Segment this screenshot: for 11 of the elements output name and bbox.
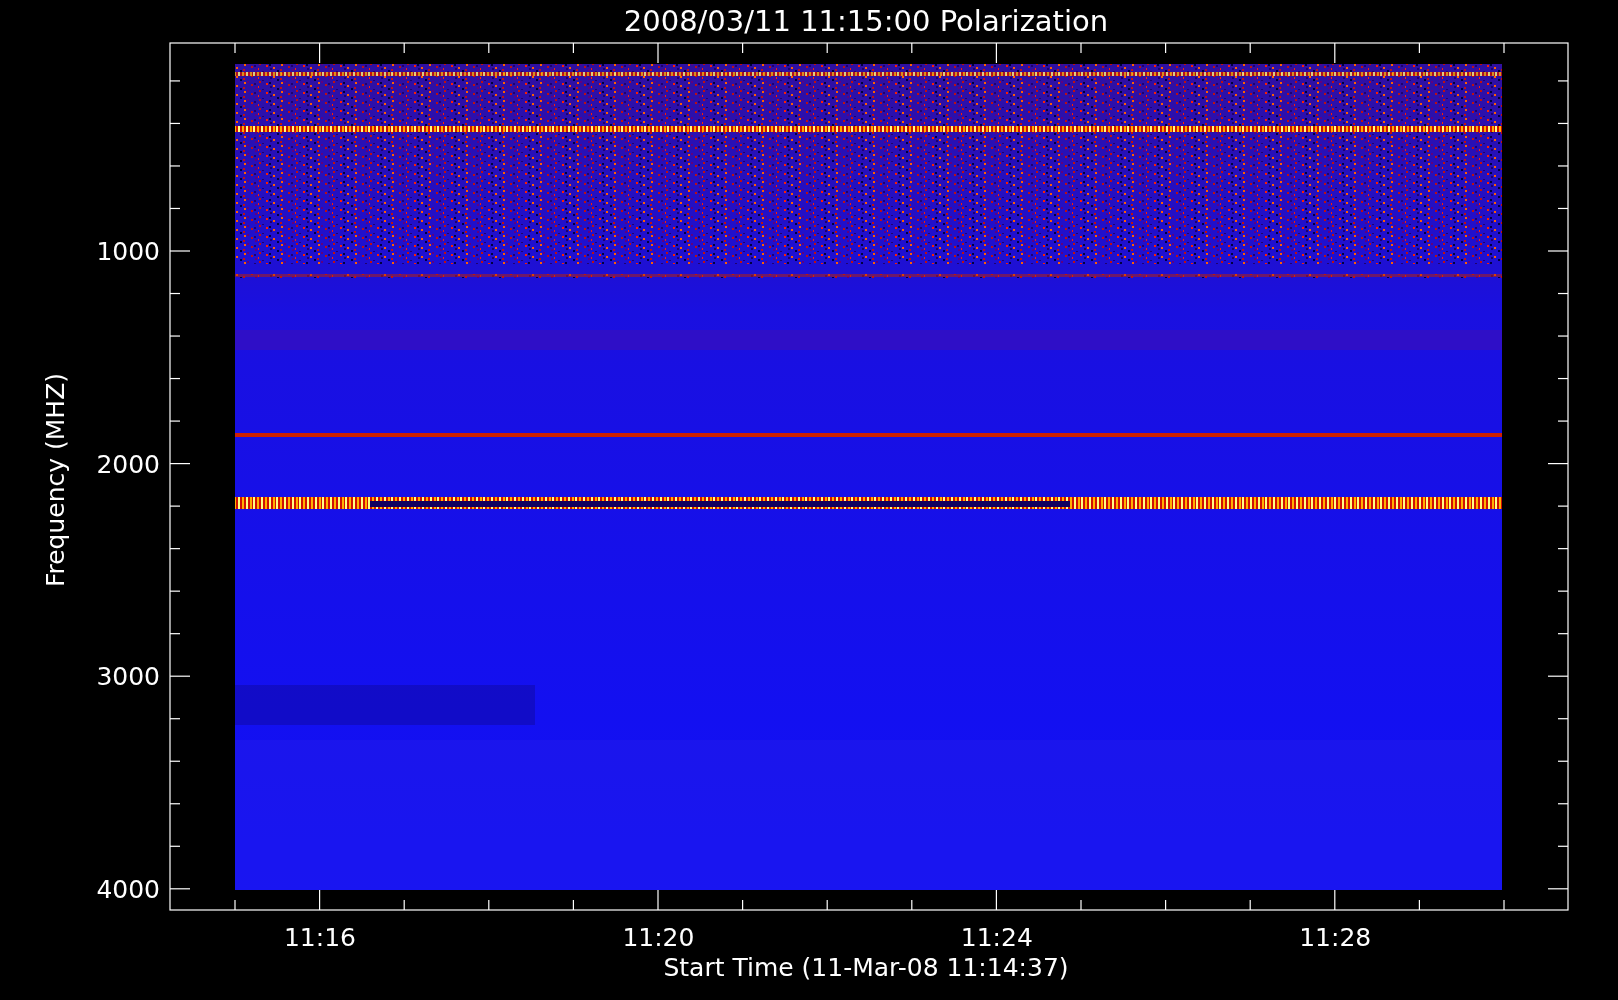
x-tick-label: 11:20	[622, 923, 695, 952]
x-axis-label: Start Time (11-Mar-08 11:14:37)	[663, 953, 1069, 982]
y-tick-label: 3000	[96, 662, 160, 692]
chart-title: 2008/03/11 11:15:00 Polarization	[623, 4, 1109, 38]
y-tick-label: 4000	[96, 874, 160, 904]
x-tick-label: 11:16	[284, 923, 356, 952]
x-tick-label: 11:28	[1299, 923, 1372, 952]
y-tick-label: 1000	[96, 237, 160, 266]
y-axis-label: Frequency (MHZ)	[41, 372, 70, 588]
y-tick-label: 2000	[96, 449, 160, 479]
x-tick-label: 11:24	[960, 923, 1033, 952]
